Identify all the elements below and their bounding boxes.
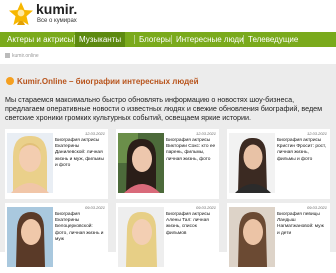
nav-item-tv-hosts[interactable]: Телеведущие <box>244 32 302 47</box>
logo-tagline: Все о кумирах <box>37 18 77 24</box>
article-card[interactable]: 12.03.2021 Биография актрисы Екатерины Д… <box>5 129 108 199</box>
article-title[interactable]: Биография актрисы Алены Тал: личная жизн… <box>166 212 216 237</box>
article-card[interactable]: 09.03.2021 Биография Екатерины Белоцерко… <box>5 203 108 273</box>
article-title[interactable]: Биография актрисы Кристин Фросит: рост, … <box>277 138 327 163</box>
article-card[interactable]: 09.03.2021 Биография актрисы Алены Тал: … <box>116 203 219 273</box>
article-date: 12.03.2021 <box>306 131 327 136</box>
article-photo[interactable] <box>7 207 53 267</box>
article-photo[interactable] <box>229 207 275 267</box>
nav-item-interesting-people[interactable]: Интересные люди <box>172 32 248 47</box>
article-photo[interactable] <box>229 133 275 193</box>
article-card[interactable]: 12.03.2021 Биография актрисы Кристин Фро… <box>227 129 330 199</box>
article-photo[interactable] <box>118 207 164 267</box>
nav-item-bloggers[interactable]: Блогеры <box>135 32 175 47</box>
main-nav: Актеры и актрисы Музыканты Блогеры Интер… <box>0 32 336 47</box>
article-title[interactable]: Биография певицы Ландыш Нагматжановой: м… <box>277 212 327 237</box>
article-title[interactable]: Биография Екатерины Белоцерковской: фото… <box>55 212 105 243</box>
breadcrumb: kumir.online <box>5 51 39 61</box>
page-title: Kumir.Online – биографии интересных люде… <box>6 77 199 87</box>
article-photo[interactable] <box>118 133 164 193</box>
logo-text[interactable]: kumir. <box>36 1 77 17</box>
article-title[interactable]: Биография актрисы Виктории Сокс: кто ее … <box>166 138 216 163</box>
article-title[interactable]: Биография актрисы Екатерины Данилевской:… <box>55 138 105 169</box>
article-card[interactable]: 09.03.2021 Биография певицы Ландыш Нагма… <box>227 203 330 273</box>
article-date: 09.03.2021 <box>306 205 327 210</box>
orange-dot-icon <box>6 77 14 85</box>
nav-item-musicians[interactable]: Музыканты <box>75 32 126 47</box>
article-date: 09.03.2021 <box>84 205 105 210</box>
breadcrumb-link[interactable]: kumir.online <box>12 53 39 59</box>
star-logo-icon[interactable] <box>8 1 34 27</box>
home-icon[interactable] <box>5 53 10 59</box>
intro-text: Мы стараемся максимально быстро обновлят… <box>5 95 323 122</box>
site-header: kumir. Все о кумирах <box>0 0 336 28</box>
article-photo[interactable] <box>7 133 53 193</box>
article-date: 12.03.2021 <box>195 131 216 136</box>
article-card[interactable]: 12.03.2021 Биография актрисы Виктории Со… <box>116 129 219 199</box>
article-date: 12.03.2021 <box>84 131 105 136</box>
article-date: 09.03.2021 <box>195 205 216 210</box>
page-title-text: Kumir.Online – биографии интересных люде… <box>17 77 199 86</box>
nav-item-actors[interactable]: Актеры и актрисы <box>3 32 77 47</box>
